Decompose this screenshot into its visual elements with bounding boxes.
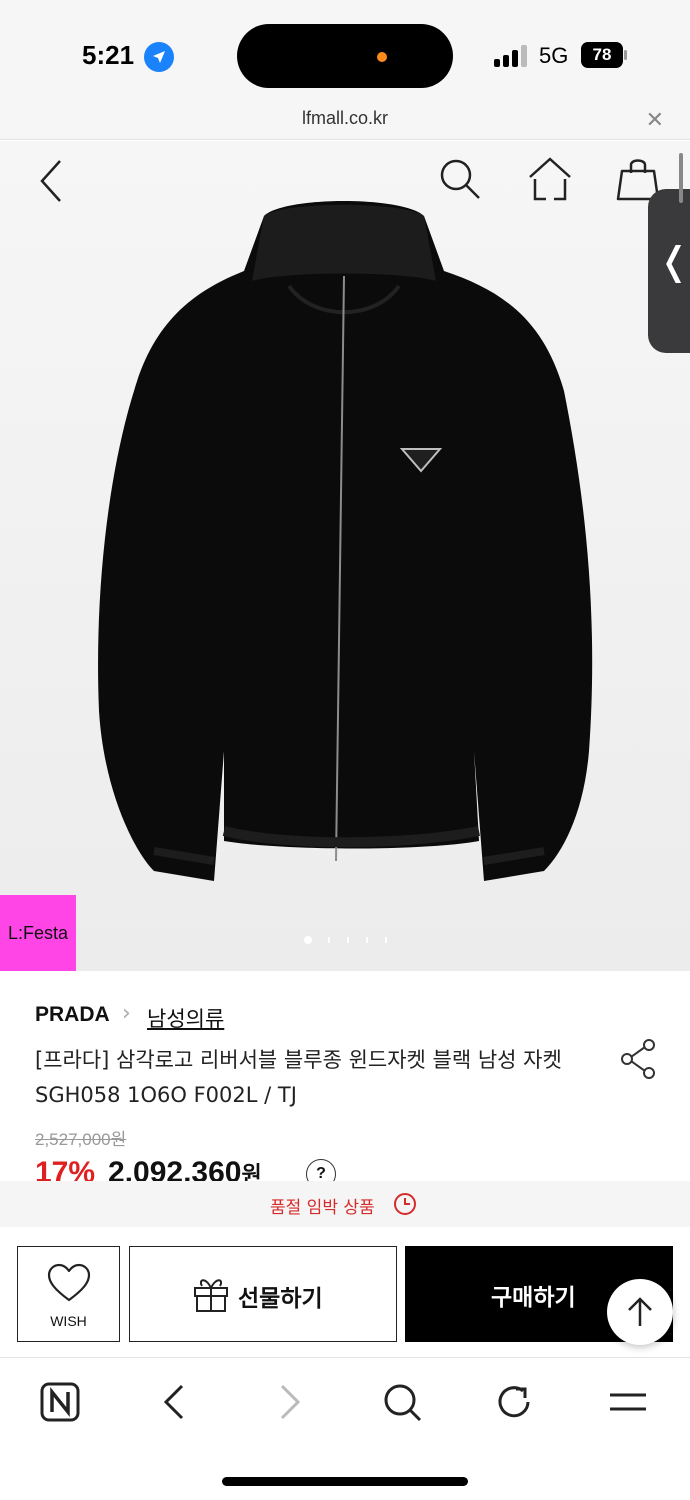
- arrow-up-icon: [628, 1297, 652, 1326]
- discount-rate: 17%: [35, 1156, 96, 1181]
- sale-price: 2,092,360원: [108, 1156, 262, 1181]
- search-icon[interactable]: [381, 1381, 423, 1423]
- gift-icon: [194, 1279, 228, 1312]
- price-help-icon[interactable]: ?: [306, 1159, 336, 1181]
- product-title: [프라다] 삼각로고 리버서블 블루종 윈드자켓 블랙 남성 자켓 SGH058…: [35, 1048, 562, 1107]
- home-indicator[interactable]: [222, 1477, 468, 1486]
- price-unit: 원: [241, 1162, 262, 1181]
- dynamic-island: [237, 24, 453, 88]
- wish-label: WISH: [50, 1313, 87, 1329]
- back-arrow-icon[interactable]: [154, 1381, 196, 1423]
- product-image: [98, 201, 593, 881]
- battery-icon: 78: [581, 42, 627, 68]
- battery-level: 78: [581, 42, 623, 68]
- low-stock-notice: 품절 임박 상품: [0, 1181, 690, 1227]
- heart-icon: [47, 1263, 91, 1302]
- gift-button[interactable]: 선물하기: [129, 1246, 397, 1342]
- url-text[interactable]: lfmall.co.kr: [0, 108, 690, 129]
- status-time: 5:21: [82, 40, 135, 70]
- purchase-action-bar: WISH 선물하기 구매하기: [0, 1227, 690, 1358]
- low-stock-text: 품절 임박 상품: [270, 1198, 375, 1218]
- clock-icon: [394, 1193, 416, 1215]
- share-icon[interactable]: [618, 1037, 658, 1081]
- status-bar: 5:21 5G 78: [0, 0, 690, 100]
- close-icon[interactable]: ✕: [646, 108, 664, 133]
- chevron-right-icon: ›: [122, 1001, 131, 1026]
- naver-n-icon[interactable]: [40, 1381, 82, 1423]
- activity-dot: [377, 52, 387, 62]
- forward-arrow-icon: [280, 1384, 301, 1420]
- brand-name[interactable]: PRADA: [35, 1003, 110, 1027]
- gift-label: 선물하기: [238, 1286, 323, 1312]
- search-icon[interactable]: [436, 155, 484, 203]
- original-price: 2,527,000원: [35, 1130, 127, 1149]
- home-icon[interactable]: [526, 155, 574, 203]
- price-value: 2,092,360: [108, 1156, 242, 1181]
- wish-button[interactable]: WISH: [17, 1246, 120, 1342]
- location-arrow-icon: [144, 42, 174, 72]
- scroll-to-top-button[interactable]: [607, 1279, 673, 1345]
- network-type: 5G: [539, 43, 569, 68]
- side-panel-handle[interactable]: ❬: [648, 189, 690, 353]
- menu-icon[interactable]: [607, 1381, 649, 1423]
- signal-icon: [494, 45, 530, 67]
- festa-badge[interactable]: L:Festa: [0, 895, 76, 971]
- chevron-left-icon: ❬: [658, 239, 690, 283]
- scrollbar[interactable]: [679, 153, 683, 203]
- back-icon[interactable]: [28, 157, 76, 205]
- url-bar[interactable]: lfmall.co.kr ✕: [0, 100, 690, 140]
- category-link[interactable]: 남성의류: [147, 1003, 224, 1033]
- buy-label: 구매하기: [491, 1285, 576, 1311]
- reload-icon[interactable]: [494, 1381, 536, 1423]
- product-image-carousel[interactable]: ❬ L:Festa: [0, 141, 690, 971]
- product-info: PRADA › 남성의류 [프라다] 삼각로고 리버서블 블루종 윈드자켓 블랙…: [0, 971, 690, 1181]
